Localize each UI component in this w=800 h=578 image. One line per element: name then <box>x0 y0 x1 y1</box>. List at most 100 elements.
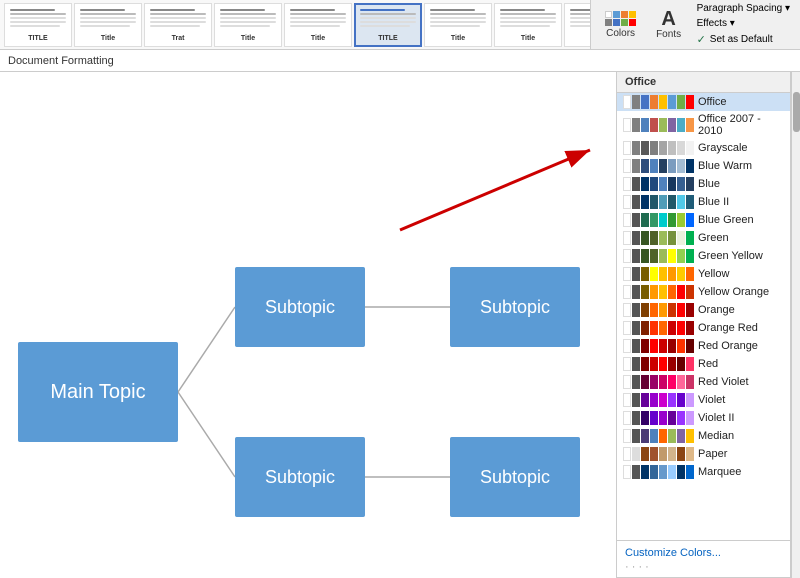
theme-name-3: Blue Warm <box>698 160 752 172</box>
template-item-1[interactable]: Title <box>74 3 142 47</box>
theme-item-2[interactable]: Grayscale <box>617 139 790 157</box>
scrollbar[interactable] <box>791 72 800 578</box>
theme-swatches-16 <box>623 393 694 407</box>
theme-item-19[interactable]: Paper <box>617 445 790 463</box>
theme-item-7[interactable]: Green <box>617 229 790 247</box>
theme-item-16[interactable]: Violet <box>617 391 790 409</box>
theme-name-11: Orange <box>698 304 735 316</box>
scrollbar-thumb[interactable] <box>793 92 800 132</box>
theme-name-9: Yellow <box>698 268 729 280</box>
main-content: Main Topic Subtopic Subtopic Subtopic Su… <box>0 72 800 578</box>
subtopic4-label: Subtopic <box>480 467 550 488</box>
subtopic2-box: Subtopic <box>450 267 580 347</box>
template-item-5[interactable]: TITLE <box>354 3 422 47</box>
theme-item-11[interactable]: Orange <box>617 301 790 319</box>
effects-cmd[interactable]: Effects ▾ <box>695 17 792 30</box>
theme-swatches-20 <box>623 465 694 479</box>
theme-name-10: Yellow Orange <box>698 286 769 298</box>
theme-name-17: Violet II <box>698 412 735 424</box>
theme-item-13[interactable]: Red Orange <box>617 337 790 355</box>
theme-swatches-10 <box>623 285 694 299</box>
dropdown-header: Office <box>617 72 790 93</box>
template-gallery: TITLE Title Trat Title Title TITLE <box>0 0 591 49</box>
theme-name-15: Red Violet <box>698 376 749 388</box>
colors-label: Colors <box>606 28 635 39</box>
set-default-cmd[interactable]: ✓ Set as Default <box>695 32 792 47</box>
theme-swatches-9 <box>623 267 694 281</box>
subtopic4-box: Subtopic <box>450 437 580 517</box>
subtopic1-box: Subtopic <box>235 267 365 347</box>
theme-name-14: Red <box>698 358 718 370</box>
sub-header: Document Formatting <box>0 50 800 72</box>
red-arrow <box>390 140 610 240</box>
theme-swatches-2 <box>623 141 694 155</box>
theme-name-20: Marquee <box>698 466 741 478</box>
theme-name-8: Green Yellow <box>698 250 763 262</box>
template-item-4[interactable]: Title <box>284 3 352 47</box>
theme-name-1: Office 2007 - 2010 <box>698 113 784 137</box>
theme-item-12[interactable]: Orange Red <box>617 319 790 337</box>
check-icon: ✓ <box>697 33 706 46</box>
theme-item-17[interactable]: Violet II <box>617 409 790 427</box>
theme-name-18: Median <box>698 430 734 442</box>
theme-name-6: Blue Green <box>698 214 754 226</box>
theme-item-0[interactable]: Office <box>617 93 790 111</box>
theme-item-10[interactable]: Yellow Orange <box>617 283 790 301</box>
main-topic-box: Main Topic <box>18 342 178 442</box>
main-topic-label: Main Topic <box>50 381 145 404</box>
subtopic1-label: Subtopic <box>265 297 335 318</box>
theme-swatches-14 <box>623 357 694 371</box>
theme-name-5: Blue II <box>698 196 729 208</box>
theme-swatches-3 <box>623 159 694 173</box>
theme-name-7: Green <box>698 232 729 244</box>
dropdown-list[interactable]: Office Office 2007 - 2010 Grayscale Blue Wa… <box>617 93 790 540</box>
template-item-8[interactable]: Title <box>564 3 591 47</box>
template-item-2[interactable]: Trat <box>144 3 212 47</box>
theme-item-4[interactable]: Blue <box>617 175 790 193</box>
theme-item-14[interactable]: Red <box>617 355 790 373</box>
theme-swatches-5 <box>623 195 694 209</box>
template-item-3[interactable]: Title <box>214 3 282 47</box>
theme-name-19: Paper <box>698 448 727 460</box>
fonts-label: Fonts <box>656 29 681 40</box>
fonts-button[interactable]: A Fonts <box>649 4 689 45</box>
theme-name-16: Violet <box>698 394 725 406</box>
theme-item-18[interactable]: Median <box>617 427 790 445</box>
theme-item-8[interactable]: Green Yellow <box>617 247 790 265</box>
template-item-6[interactable]: Title <box>424 3 492 47</box>
template-item-7[interactable]: Title <box>494 3 562 47</box>
theme-swatches-17 <box>623 411 694 425</box>
dropdown-title: Office <box>625 76 656 88</box>
colors-swatch <box>605 11 636 26</box>
fonts-icon: A <box>661 9 675 29</box>
theme-item-20[interactable]: Marquee <box>617 463 790 481</box>
theme-item-9[interactable]: Yellow <box>617 265 790 283</box>
subtopic3-box: Subtopic <box>235 437 365 517</box>
theme-swatches-6 <box>623 213 694 227</box>
theme-name-0: Office <box>698 96 727 108</box>
theme-swatches-1 <box>623 118 694 132</box>
ribbon: TITLE Title Trat Title Title TITLE <box>0 0 800 50</box>
theme-name-13: Red Orange <box>698 340 758 352</box>
theme-item-5[interactable]: Blue II <box>617 193 790 211</box>
theme-item-1[interactable]: Office 2007 - 2010 <box>617 111 790 139</box>
theme-swatches-12 <box>623 321 694 335</box>
theme-swatches-7 <box>623 231 694 245</box>
theme-swatches-13 <box>623 339 694 353</box>
theme-swatches-8 <box>623 249 694 263</box>
theme-item-15[interactable]: Red Violet <box>617 373 790 391</box>
ribbon-right: Colors A Fonts Paragraph Spacing ▾ Effec… <box>591 0 800 49</box>
colors-dropdown: Office Office Office 2007 - 2010 Grayscale… <box>616 72 791 578</box>
colors-button[interactable]: Colors <box>599 6 643 44</box>
dropdown-footer: Customize Colors... · · · · <box>617 540 790 577</box>
theme-name-12: Orange Red <box>698 322 758 334</box>
theme-item-3[interactable]: Blue Warm <box>617 157 790 175</box>
theme-swatches-4 <box>623 177 694 191</box>
theme-swatches-18 <box>623 429 694 443</box>
sub-header-label: Document Formatting <box>8 55 114 67</box>
theme-item-6[interactable]: Blue Green <box>617 211 790 229</box>
paragraph-spacing-cmd[interactable]: Paragraph Spacing ▾ <box>695 2 792 15</box>
theme-swatches-0 <box>623 95 694 109</box>
subtopic2-label: Subtopic <box>480 297 550 318</box>
template-item-0[interactable]: TITLE <box>4 3 72 47</box>
